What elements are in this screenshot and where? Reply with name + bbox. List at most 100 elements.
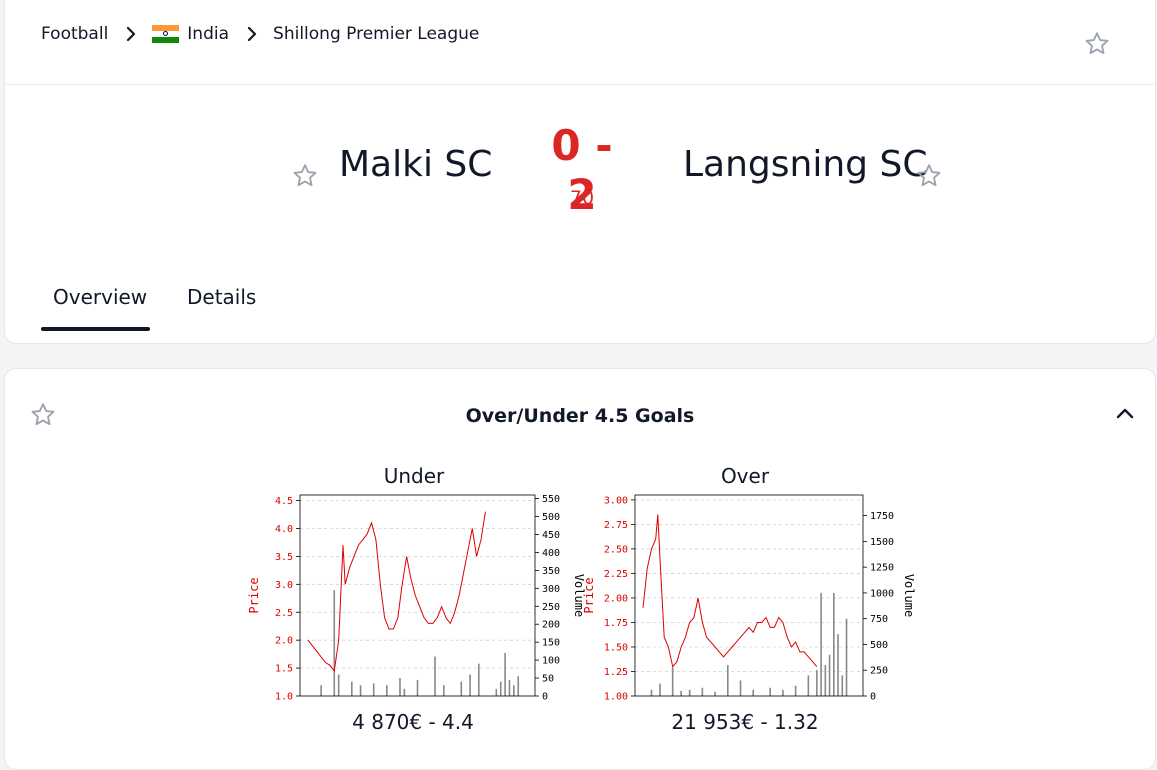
india-flag-icon — [152, 25, 180, 43]
y2-tick-label: 1250 — [870, 563, 894, 574]
volume-bar — [688, 689, 691, 696]
y2-tick-label: 350 — [542, 566, 560, 577]
y-axis-label: Price — [247, 577, 261, 613]
match-header-card: Football India Shillong Premier League M… — [4, 0, 1156, 344]
away-team-name: Langsning SC — [683, 144, 928, 185]
y-tick-label: 1.5 — [275, 664, 293, 675]
volume-bar — [824, 665, 827, 696]
y-tick-label: 1.00 — [604, 692, 628, 703]
favorite-away-star-icon[interactable] — [915, 162, 943, 190]
chart-title-over: Over — [720, 464, 770, 488]
volume-bar — [513, 685, 515, 696]
price-line — [642, 514, 818, 668]
under-footer: 4 870€ - 4.4 — [352, 710, 474, 734]
favorite-match-star-icon[interactable] — [1083, 30, 1111, 58]
y-tick-label: 4.0 — [275, 524, 293, 535]
y2-tick-label: 400 — [542, 548, 560, 559]
volume-bar — [680, 690, 682, 696]
y-axis-label: Price — [582, 577, 596, 613]
y-tick-label: 2.5 — [275, 608, 293, 619]
y2-tick-label: 750 — [870, 614, 888, 625]
volume-bar — [828, 654, 831, 696]
y2-tick-label: 100 — [542, 656, 560, 667]
match-minute: 70 — [569, 187, 595, 209]
chevron-right-icon — [247, 26, 257, 42]
volume-bar — [495, 688, 498, 696]
y2-tick-label: 1000 — [870, 588, 894, 599]
home-team-name: Malki SC — [339, 144, 493, 185]
y2-tick-label: 250 — [870, 666, 888, 677]
volume-bar — [359, 685, 362, 696]
volume-bar — [517, 676, 520, 696]
volume-bar — [403, 688, 406, 696]
breadcrumb-country[interactable]: India — [187, 24, 229, 44]
y2-tick-label: 500 — [870, 640, 888, 651]
volume-bar — [478, 663, 480, 696]
over-footer: 21 953€ - 1.32 — [671, 710, 819, 734]
volume-bar — [469, 674, 471, 696]
active-tab-indicator — [41, 327, 150, 331]
volume-bar — [351, 681, 353, 696]
volume-bar — [337, 674, 340, 696]
volume-bar — [701, 687, 704, 696]
volume-bar — [769, 687, 771, 696]
volume-bar — [442, 685, 445, 696]
tab-details[interactable]: Details — [187, 285, 256, 309]
y-tick-label: 1.75 — [604, 618, 628, 629]
volume-bar — [739, 680, 742, 696]
volume-bar — [460, 681, 463, 696]
tab-overview[interactable]: Overview — [53, 285, 147, 309]
breadcrumb-league[interactable]: Shillong Premier League — [273, 24, 479, 44]
chevron-right-icon — [127, 26, 136, 42]
y-tick-label: 4.5 — [275, 496, 293, 507]
volume-bar — [434, 656, 436, 696]
y2-tick-label: 300 — [542, 584, 560, 595]
favorite-home-star-icon[interactable] — [291, 162, 319, 190]
y2-tick-label: 0 — [870, 692, 876, 703]
volume-bar — [816, 670, 818, 696]
over-price-chart: 1.00 1.25 1.50 1.75 2.00 2.25 2.50 2.75 3.00 0 250… — [582, 494, 916, 703]
y2-tick-label: 150 — [542, 638, 560, 649]
volume-bar — [333, 590, 336, 696]
y-tick-label: 2.75 — [604, 520, 628, 531]
volume-bar — [504, 652, 506, 696]
volume-bar — [820, 592, 822, 696]
y-tick-label: 3.0 — [275, 580, 293, 591]
volume-bar — [416, 679, 419, 696]
market-card: Over/Under 4.5 Goals Under 1.0 1.5 2.0 2.5 3… — [4, 368, 1156, 770]
volume-bar — [752, 689, 755, 696]
volume-bar — [794, 685, 797, 696]
volume-bar — [807, 675, 810, 696]
volume-bar — [499, 681, 502, 696]
y-tick-label: 1.25 — [604, 667, 628, 678]
volume-bar — [845, 618, 848, 696]
volume-bar — [650, 689, 653, 696]
chevron-up-icon[interactable] — [1113, 402, 1137, 426]
market-title: Over/Under 4.5 Goals — [465, 405, 695, 427]
y-tick-label: 1.50 — [604, 642, 628, 653]
volume-bar — [837, 634, 839, 696]
volume-bar — [671, 667, 674, 696]
y2-tick-label: 1750 — [870, 511, 894, 522]
y-tick-label: 1.0 — [275, 692, 293, 703]
y2-tick-label: 50 — [542, 674, 554, 685]
y-tick-label: 2.50 — [604, 544, 628, 555]
y2-tick-label: 200 — [542, 620, 560, 631]
breadcrumb-sport[interactable]: Football — [41, 24, 108, 44]
under-price-chart: 1.0 1.5 2.0 2.5 3.0 3.5 4.0 4.5 0 50 100 150 200 250 3… — [247, 494, 586, 703]
volume-bar — [714, 691, 716, 696]
y-tick-label: 2.0 — [275, 636, 293, 647]
volume-bar — [833, 592, 835, 696]
y-tick-label: 3.5 — [275, 552, 293, 563]
y-tick-label: 2.00 — [604, 593, 628, 604]
volume-bar — [508, 679, 511, 696]
y-tick-label: 3.00 — [604, 495, 628, 506]
y2-tick-label: 550 — [542, 494, 560, 505]
volume-bar — [320, 685, 322, 696]
volume-bar — [372, 683, 375, 696]
y-tick-label: 2.25 — [604, 569, 628, 580]
y2-tick-label: 500 — [542, 512, 560, 523]
volume-bar — [659, 683, 661, 696]
y2-tick-label: 250 — [542, 602, 560, 613]
y2-tick-label: 450 — [542, 530, 560, 541]
